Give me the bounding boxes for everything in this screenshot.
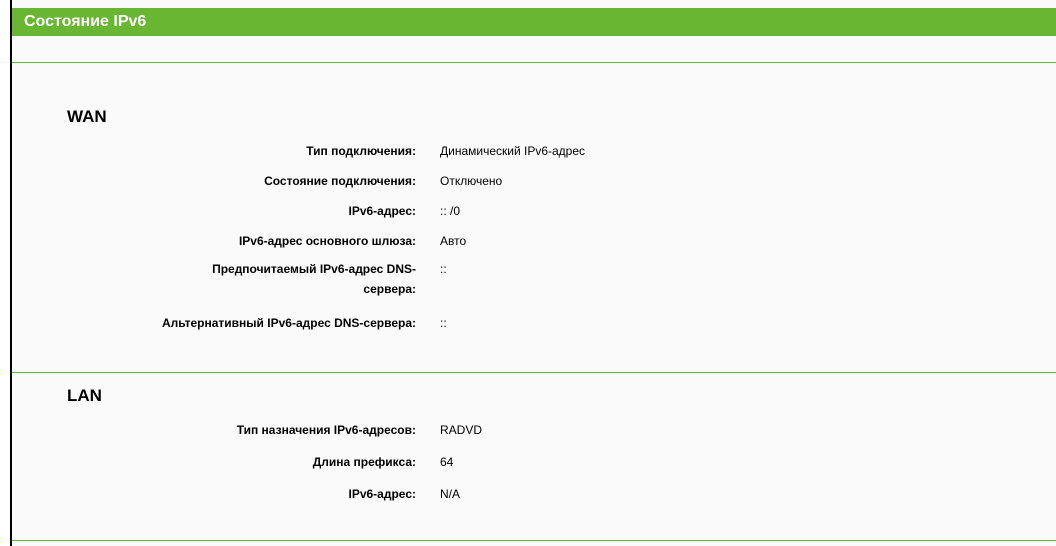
- wan-connection-type-value: Динамический IPv6-адрес: [440, 144, 586, 158]
- ipv6-status-panel: Состояние IPv6 WAN Тип подключения: Дина…: [12, 0, 1056, 546]
- wan-primary-dns-label: Предпочитаемый IPv6-адрес DNS-сервера:: [76, 259, 416, 299]
- wan-secondary-dns-value: ::: [440, 316, 447, 330]
- wan-ipv6-address-label: IPv6-адрес:: [348, 204, 417, 218]
- bottom-divider: [12, 540, 1056, 541]
- lan-prefix-length-value: 64: [440, 455, 454, 469]
- wan-primary-dns-value: ::: [440, 262, 447, 276]
- wan-default-gateway-value: Авто: [440, 234, 467, 248]
- lan-prefix-length-label: Длина префикса:: [312, 455, 416, 469]
- lan-ipv6-address-value: N/A: [440, 487, 461, 501]
- wan-default-gateway-label: IPv6-адрес основного шлюза:: [238, 234, 416, 248]
- lan-section-title: LAN: [67, 386, 102, 405]
- page-title: Состояние IPv6: [24, 13, 147, 30]
- lan-ipv6-address-label: IPv6-адрес:: [348, 487, 417, 501]
- title-bar: Состояние IPv6: [12, 8, 1056, 36]
- wan-ipv6-address-value: :: /0: [440, 204, 461, 218]
- lan-address-assignment-label: Тип назначения IPv6-адресов:: [236, 423, 416, 437]
- wan-lan-divider: [12, 372, 1056, 373]
- wan-connection-status-value: Отключено: [440, 174, 503, 188]
- wan-connection-status-label: Состояние подключения:: [264, 174, 416, 188]
- wan-section-title: WAN: [67, 107, 107, 126]
- wan-connection-type-label: Тип подключения:: [306, 144, 416, 158]
- wan-primary-dns-label-line2: сервера:: [363, 282, 416, 296]
- title-divider: [12, 62, 1056, 63]
- wan-secondary-dns-label: Альтернативный IPv6-адрес DNS-сервера:: [162, 316, 416, 330]
- lan-address-assignment-value: RADVD: [440, 423, 483, 437]
- wan-primary-dns-label-line1: Предпочитаемый IPv6-адрес DNS-: [212, 262, 416, 276]
